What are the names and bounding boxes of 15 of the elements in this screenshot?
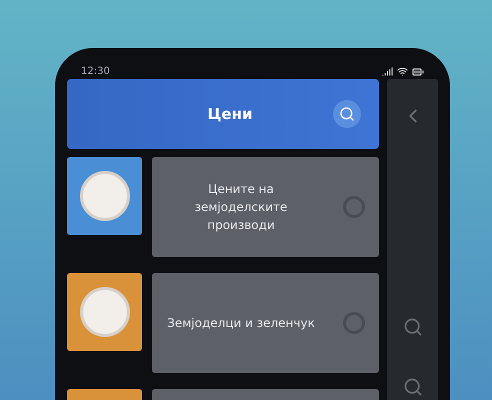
search-button[interactable]	[333, 100, 361, 128]
list-card[interactable]: Земјоделци и зеленчук	[152, 273, 379, 373]
card-text: Цените на земјоделските производи	[194, 181, 288, 234]
search-icon[interactable]	[402, 377, 422, 397]
battery-icon	[412, 66, 424, 78]
search-icon	[339, 106, 355, 122]
header-title: Цени	[208, 104, 252, 125]
status-time: 12:30	[81, 65, 110, 79]
wifi-icon	[397, 66, 408, 77]
plate-icon	[80, 171, 130, 221]
signal-icon	[382, 66, 393, 77]
list-card[interactable]: Цените на земјоделските производи	[152, 157, 379, 257]
plate-icon	[80, 287, 130, 337]
search-icon[interactable]	[402, 317, 422, 337]
card-text: Земјоделци и зеленчук	[166, 315, 316, 332]
